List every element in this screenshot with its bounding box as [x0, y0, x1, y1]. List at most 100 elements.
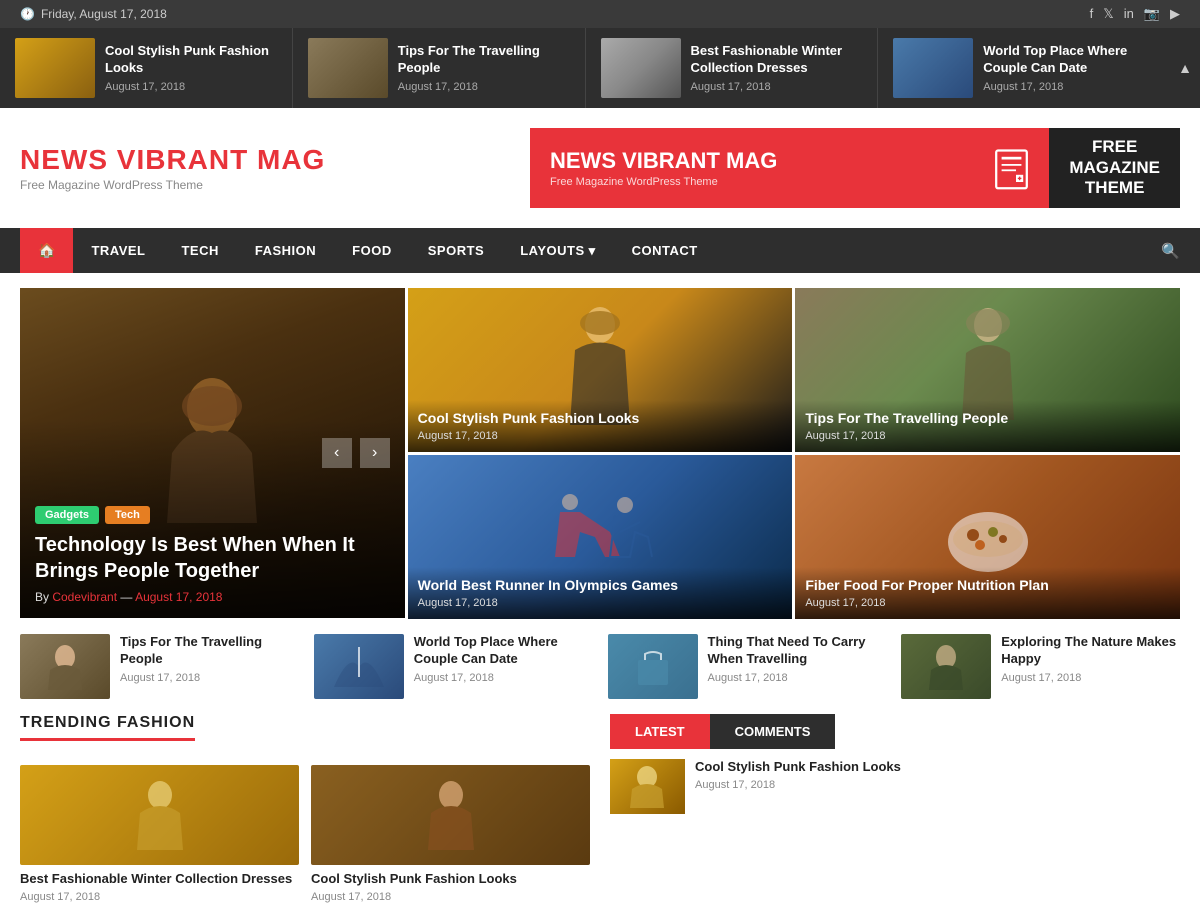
tab-latest[interactable]: LATEST	[610, 714, 710, 749]
side-title: Fiber Food For Proper Nutrition Plan	[805, 577, 1170, 593]
nav-tech[interactable]: TECH	[163, 229, 236, 273]
nav-search-button[interactable]: 🔍	[1161, 242, 1180, 260]
trending-item[interactable]: Best Fashionable Winter Collection Dress…	[20, 765, 299, 903]
trending-section-header: TRENDING FASHION	[20, 714, 195, 741]
nav-sports[interactable]: SPORTS	[410, 229, 502, 273]
trending-thumb	[311, 765, 590, 865]
ticker-info: World Top Place Where Couple Can Date Au…	[983, 43, 1155, 93]
site-logo[interactable]: NEWS VIBRANT MAG Free Magazine WordPress…	[20, 144, 325, 192]
trending-date: August 17, 2018	[311, 891, 590, 903]
small-info: Exploring The Nature Makes Happy August …	[1001, 634, 1180, 684]
nav-fashion[interactable]: FASHION	[237, 229, 334, 273]
ticker-date: August 17, 2018	[398, 81, 570, 93]
ticker-title: Best Fashionable Winter Collection Dress…	[691, 43, 863, 77]
latest-item[interactable]: Cool Stylish Punk Fashion Looks August 1…	[610, 759, 1180, 814]
small-title: World Top Place Where Couple Can Date	[414, 634, 593, 668]
side-title: Tips For The Travelling People	[805, 410, 1170, 426]
ticker-thumb	[601, 38, 681, 98]
trending-items: Best Fashionable Winter Collection Dress…	[20, 765, 590, 903]
ticker-collapse-button[interactable]: ▲	[1170, 28, 1200, 108]
twitter-icon[interactable]: 𝕏	[1103, 6, 1113, 22]
logo-text: NEWS VIBRANT MAG	[20, 144, 325, 176]
linkedin-icon[interactable]: in	[1124, 6, 1134, 22]
featured-author: Codevibrant	[52, 590, 117, 604]
small-thumb-img	[916, 642, 976, 692]
social-links: f 𝕏 in 📷 ▶	[1090, 6, 1180, 22]
nav-home-button[interactable]: 🏠	[20, 228, 73, 273]
tag-gadgets[interactable]: Gadgets	[35, 506, 99, 524]
ticker-title: Tips For The Travelling People	[398, 43, 570, 77]
side-date: August 17, 2018	[418, 597, 783, 609]
latest-section: LATEST COMMENTS Cool Stylish Punk Fashio…	[610, 714, 1180, 903]
tag-tech[interactable]: Tech	[105, 506, 150, 524]
featured-date: August 17, 2018	[135, 590, 222, 604]
prev-arrow[interactable]: ‹	[322, 438, 352, 468]
instagram-icon[interactable]: 📷	[1144, 6, 1160, 22]
ticker-item[interactable]: Tips For The Travelling People August 17…	[293, 28, 586, 108]
latest-info: Cool Stylish Punk Fashion Looks August 1…	[695, 759, 1180, 791]
small-news-item[interactable]: Thing That Need To Carry When Travelling…	[608, 634, 887, 699]
small-date: August 17, 2018	[1001, 672, 1180, 684]
featured-tags: Gadgets Tech	[35, 506, 390, 524]
dropdown-icon: ▾	[589, 243, 596, 259]
ticker-item[interactable]: World Top Place Where Couple Can Date Au…	[878, 28, 1170, 108]
featured-side-bottom-left[interactable]: World Best Runner In Olympics Games Augu…	[408, 455, 793, 619]
site-header: NEWS VIBRANT MAG Free Magazine WordPress…	[0, 108, 1200, 228]
youtube-icon[interactable]: ▶	[1170, 6, 1180, 22]
small-thumb	[314, 634, 404, 699]
trending-title: Best Fashionable Winter Collection Dress…	[20, 871, 299, 888]
chevron-up-icon: ▲	[1178, 60, 1192, 76]
trending-item[interactable]: Cool Stylish Punk Fashion Looks August 1…	[311, 765, 590, 903]
latest-thumb	[610, 759, 685, 814]
small-thumb-img	[329, 642, 389, 692]
ad-subtitle: Free Magazine WordPress Theme	[550, 176, 718, 188]
ticker-date: August 17, 2018	[983, 81, 1155, 93]
ticker-item[interactable]: Best Fashionable Winter Collection Dress…	[586, 28, 879, 108]
side-date: August 17, 2018	[805, 430, 1170, 442]
featured-main-article[interactable]: ‹ › Gadgets Tech Technology Is Best When…	[20, 288, 405, 619]
tab-comments[interactable]: COMMENTS	[710, 714, 836, 749]
small-thumb	[20, 634, 110, 699]
search-icon: 🔍	[1161, 243, 1180, 260]
trending-section: TRENDING FASHION Best Fashionable Winter…	[20, 714, 590, 903]
small-news-item[interactable]: Tips For The Travelling People August 17…	[20, 634, 299, 699]
featured-side-top-left[interactable]: Cool Stylish Punk Fashion Looks August 1…	[408, 288, 793, 452]
small-title: Exploring The Nature Makes Happy	[1001, 634, 1180, 668]
ticker-info: Best Fashionable Winter Collection Dress…	[691, 43, 863, 93]
ad-icon-area	[974, 128, 1049, 208]
nav-items-list: TRAVEL TECH FASHION FOOD SPORTS LAYOUTS …	[73, 229, 715, 273]
small-thumb-img	[623, 642, 683, 692]
small-date: August 17, 2018	[708, 672, 887, 684]
logo-accent: MAG	[257, 144, 325, 175]
small-info: Thing That Need To Carry When Travelling…	[708, 634, 887, 684]
trending-date: August 17, 2018	[20, 891, 299, 903]
nav-layouts[interactable]: LAYOUTS ▾	[502, 229, 613, 273]
featured-main-meta: By Codevibrant — August 17, 2018	[35, 590, 390, 604]
ad-red-section: NEWS VIBRANT MAG Free Magazine WordPress…	[530, 128, 974, 208]
featured-side-top-right[interactable]: Tips For The Travelling People August 17…	[795, 288, 1180, 452]
next-arrow[interactable]: ›	[360, 438, 390, 468]
ticker-item[interactable]: Cool Stylish Punk Fashion Looks August 1…	[0, 28, 293, 108]
logo-main: NEWS VIBRANT	[20, 144, 257, 175]
featured-side-bottom-right[interactable]: Fiber Food For Proper Nutrition Plan Aug…	[795, 455, 1180, 619]
side-overlay: Fiber Food For Proper Nutrition Plan Aug…	[795, 567, 1180, 619]
main-content: ‹ › Gadgets Tech Technology Is Best When…	[0, 273, 1200, 918]
small-info: Tips For The Travelling People August 17…	[120, 634, 299, 684]
featured-overlay: Gadgets Tech Technology Is Best When Whe…	[20, 491, 405, 619]
ticker-info: Tips For The Travelling People August 17…	[398, 43, 570, 93]
ticker-bar: Cool Stylish Punk Fashion Looks August 1…	[0, 28, 1200, 108]
ticker-title: Cool Stylish Punk Fashion Looks	[105, 43, 277, 77]
side-date: August 17, 2018	[805, 597, 1170, 609]
nav-contact[interactable]: CONTACT	[614, 229, 716, 273]
ticker-info: Cool Stylish Punk Fashion Looks August 1…	[105, 43, 277, 93]
small-date: August 17, 2018	[120, 672, 299, 684]
small-news-item[interactable]: World Top Place Where Couple Can Date Au…	[314, 634, 593, 699]
nav-food[interactable]: FOOD	[334, 229, 410, 273]
latest-title: Cool Stylish Punk Fashion Looks	[695, 759, 1180, 776]
ticker-date: August 17, 2018	[105, 81, 277, 93]
small-news-item[interactable]: Exploring The Nature Makes Happy August …	[901, 634, 1180, 699]
facebook-icon[interactable]: f	[1090, 6, 1094, 22]
side-overlay: Cool Stylish Punk Fashion Looks August 1…	[408, 400, 793, 452]
top-bar: 🕐 Friday, August 17, 2018 f 𝕏 in 📷 ▶	[0, 0, 1200, 28]
nav-travel[interactable]: TRAVEL	[73, 229, 163, 273]
